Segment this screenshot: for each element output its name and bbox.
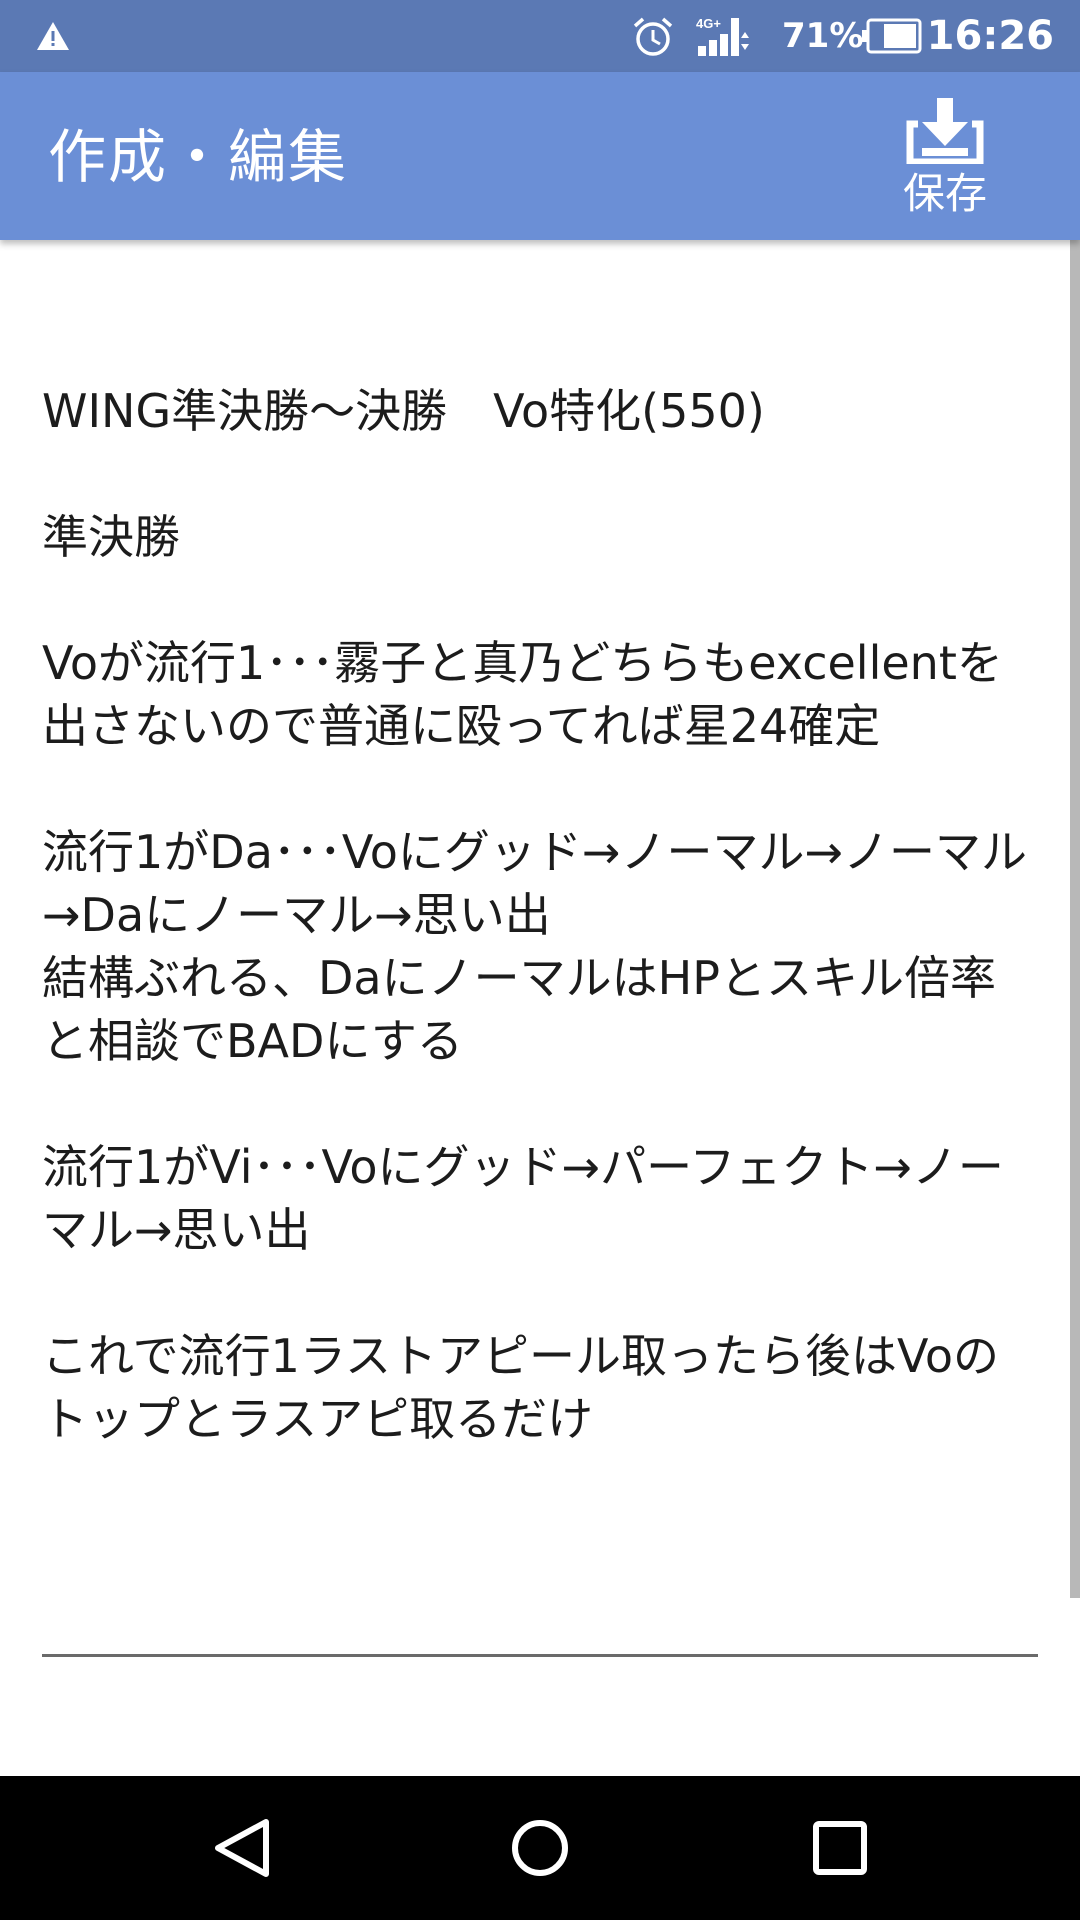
memo-text-editor[interactable]: WING準決勝〜決勝 Vo特化(550) 準決勝 Voが流行1･･･霧子と真乃ど… — [42, 380, 1040, 1451]
battery-icon — [862, 18, 922, 54]
page-title: 作成・編集 — [48, 123, 349, 191]
save-button[interactable]: 保存 — [890, 92, 1000, 228]
back-icon[interactable] — [204, 1812, 276, 1884]
warning-icon — [37, 22, 69, 50]
clock: 16:26 — [926, 13, 1054, 59]
navigation-bar — [0, 1776, 1080, 1920]
recents-icon[interactable] — [804, 1812, 876, 1884]
status-bar: 4G+ 71% 16:26 — [0, 0, 1080, 72]
download-icon — [906, 98, 984, 164]
screen: 4G+ 71% 16:26 作成・編集 保存 WING準決勝〜決勝 Vo特化(5… — [0, 0, 1080, 1920]
save-label: 保存 — [902, 169, 987, 218]
network-type: 4G+ — [696, 16, 721, 31]
home-icon[interactable] — [504, 1812, 576, 1884]
editor-underline — [42, 1654, 1038, 1657]
scrollbar[interactable] — [1070, 240, 1080, 1598]
app-bar: 作成・編集 保存 — [0, 72, 1080, 240]
battery-percent: 71% — [782, 16, 864, 56]
content-area: WING準決勝〜決勝 Vo特化(550) 準決勝 Voが流行1･･･霧子と真乃ど… — [0, 240, 1080, 1776]
signal-icon: 4G+ — [696, 16, 749, 56]
alarm-icon — [633, 17, 673, 56]
